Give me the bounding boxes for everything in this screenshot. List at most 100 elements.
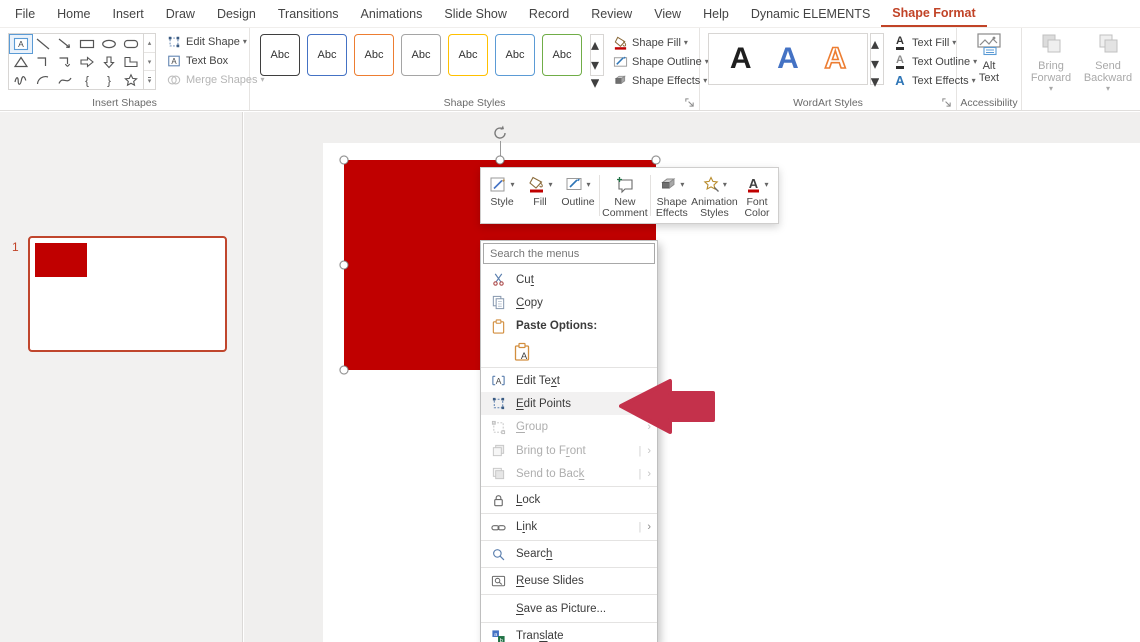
shape-style-chip-2[interactable]: Abc xyxy=(307,34,347,76)
menu-item-translate[interactable]: ab Translate xyxy=(481,624,657,642)
mini-style-button[interactable]: ▾ Style xyxy=(483,171,521,220)
rotation-handle[interactable] xyxy=(491,124,509,142)
text-box-button[interactable]: A Text Box xyxy=(166,51,248,70)
resize-handle-middle-left[interactable] xyxy=(340,261,349,270)
bring-forward-icon xyxy=(1039,31,1063,57)
wordart-style-blue[interactable]: A xyxy=(777,44,799,74)
shapes-more-button[interactable]: ▾ xyxy=(144,71,155,89)
shape-arc-icon[interactable] xyxy=(32,71,54,89)
resize-handle-top-center[interactable] xyxy=(496,156,505,165)
shape-elbow-connector-icon[interactable] xyxy=(32,53,54,71)
wordart-gallery: A A A xyxy=(708,33,868,85)
search-icon xyxy=(490,546,506,562)
shape-rounded-rect-icon[interactable] xyxy=(120,35,142,53)
menu-item-save-as-picture[interactable]: Save as Picture... xyxy=(481,596,657,621)
resize-handle-top-left[interactable] xyxy=(340,156,349,165)
shapes-gallery-grid: A { } xyxy=(9,34,143,89)
mini-font-color-button[interactable]: A▾ Font Color xyxy=(738,171,776,220)
text-fill-chevron-icon: ▾ xyxy=(952,38,956,47)
shapes-scroll-up-button[interactable]: ▴ xyxy=(144,34,155,53)
rotation-handle-stem xyxy=(500,141,501,156)
slide-1-thumbnail[interactable] xyxy=(28,236,227,352)
wordart-style-black[interactable]: A xyxy=(730,44,752,74)
shape-fill-button[interactable]: Shape Fill ▾ xyxy=(612,33,698,52)
menu-item-bring-to-front[interactable]: Bring to Front |› xyxy=(481,439,657,462)
tab-animations[interactable]: Animations xyxy=(350,0,434,27)
mini-toolbar: ▾ Style ▾ Fill ▾ Outline New Comment ▾ S… xyxy=(480,167,779,224)
send-backward-button[interactable]: Send Backward ▾ xyxy=(1080,31,1136,95)
shapes-scroll-down-button[interactable]: ▾ xyxy=(144,53,155,72)
svg-text:}: } xyxy=(107,74,111,88)
tab-draw[interactable]: Draw xyxy=(155,0,206,27)
wordart-style-orange-outline[interactable]: A xyxy=(824,44,846,74)
shape-elbow-arrow-icon[interactable] xyxy=(54,53,76,71)
tab-record[interactable]: Record xyxy=(518,0,580,27)
shape-oval-icon[interactable] xyxy=(98,35,120,53)
bring-forward-button[interactable]: Bring Forward ▾ xyxy=(1024,31,1078,95)
menu-item-reuse-slides[interactable]: Reuse Slides xyxy=(481,569,657,593)
tab-help[interactable]: Help xyxy=(692,0,740,27)
mini-fill-button[interactable]: ▾ Fill xyxy=(521,171,559,220)
menu-item-search[interactable]: Search xyxy=(481,542,657,566)
styles-more-button[interactable]: ▾ xyxy=(591,75,603,93)
tab-slide-show[interactable]: Slide Show xyxy=(433,0,518,27)
shape-curve-icon[interactable] xyxy=(54,71,76,89)
alt-text-icon xyxy=(976,31,1002,57)
shape-corner-icon[interactable] xyxy=(120,53,142,71)
tab-home[interactable]: Home xyxy=(46,0,101,27)
shape-style-chip-3[interactable]: Abc xyxy=(354,34,394,76)
styles-scroll-up-button[interactable]: ▴ xyxy=(591,35,603,55)
group-icon xyxy=(490,419,506,435)
shape-arrow-line-icon[interactable] xyxy=(54,35,76,53)
tab-design[interactable]: Design xyxy=(206,0,267,27)
menu-item-link[interactable]: Link |› xyxy=(481,515,657,539)
wordart-scroll-down-button[interactable]: ▾ xyxy=(871,54,883,74)
shape-style-chip-1[interactable]: Abc xyxy=(260,34,300,76)
shape-outline-icon xyxy=(612,54,628,69)
mini-shape-effects-button[interactable]: ▾ Shape Effects xyxy=(653,171,691,220)
submenu-arrow-icon: › xyxy=(647,521,651,533)
shape-outline-button[interactable]: Shape Outline ▾ xyxy=(612,52,698,71)
mini-outline-button[interactable]: ▾ Outline xyxy=(559,171,597,220)
shape-left-brace-icon[interactable]: { xyxy=(76,71,98,89)
mini-new-comment-button[interactable]: New Comment xyxy=(602,171,648,220)
shape-textbox-icon[interactable]: A xyxy=(10,35,32,53)
resize-handle-top-right[interactable] xyxy=(652,156,661,165)
shape-star-icon[interactable] xyxy=(120,71,142,89)
shape-style-chip-7[interactable]: Abc xyxy=(542,34,582,76)
tab-transitions[interactable]: Transitions xyxy=(267,0,350,27)
shape-effects-button[interactable]: Shape Effects ▾ xyxy=(612,71,698,90)
merge-shapes-button[interactable]: Merge Shapes ▾ xyxy=(166,70,248,89)
menu-item-cut[interactable]: Cut xyxy=(481,268,657,291)
paste-keep-formatting-button[interactable]: A xyxy=(513,342,532,362)
tab-file[interactable]: File xyxy=(4,0,46,27)
tab-view[interactable]: View xyxy=(643,0,692,27)
menu-search-input[interactable] xyxy=(483,243,655,264)
menu-item-copy[interactable]: Copy xyxy=(481,291,657,314)
alt-text-button[interactable]: Alt Text xyxy=(963,31,1015,95)
menu-item-send-to-back[interactable]: Send to Back |› xyxy=(481,462,657,485)
edit-shape-button[interactable]: Edit Shape ▾ xyxy=(166,32,248,51)
shape-right-brace-icon[interactable]: } xyxy=(98,71,120,89)
shape-effects-icon xyxy=(612,73,628,88)
wordart-scroll-up-button[interactable]: ▴ xyxy=(871,34,883,54)
tab-review[interactable]: Review xyxy=(580,0,643,27)
styles-scroll-down-button[interactable]: ▾ xyxy=(591,55,603,75)
shape-scribble-icon[interactable] xyxy=(10,71,32,89)
shape-rectangle-icon[interactable] xyxy=(76,35,98,53)
tab-insert[interactable]: Insert xyxy=(102,0,155,27)
tab-shape-format-active[interactable]: Shape Format xyxy=(881,0,986,27)
shape-line-icon[interactable] xyxy=(32,35,54,53)
mini-animation-styles-button[interactable]: ▾ Animation Styles xyxy=(691,171,738,220)
tab-dynamic-elements[interactable]: Dynamic ELEMENTS xyxy=(740,0,881,27)
shape-block-arrow-down-icon[interactable] xyxy=(98,53,120,71)
shape-style-chip-4[interactable]: Abc xyxy=(401,34,441,76)
menu-item-lock[interactable]: Lock xyxy=(481,488,657,512)
shape-style-chip-5[interactable]: Abc xyxy=(448,34,488,76)
shape-block-arrow-right-icon[interactable] xyxy=(76,53,98,71)
merge-shapes-icon xyxy=(166,73,182,87)
resize-handle-bottom-left[interactable] xyxy=(340,366,349,375)
wordart-more-button[interactable]: ▾ xyxy=(871,74,883,92)
shape-style-chip-6[interactable]: Abc xyxy=(495,34,535,76)
shape-triangle-icon[interactable] xyxy=(10,53,32,71)
